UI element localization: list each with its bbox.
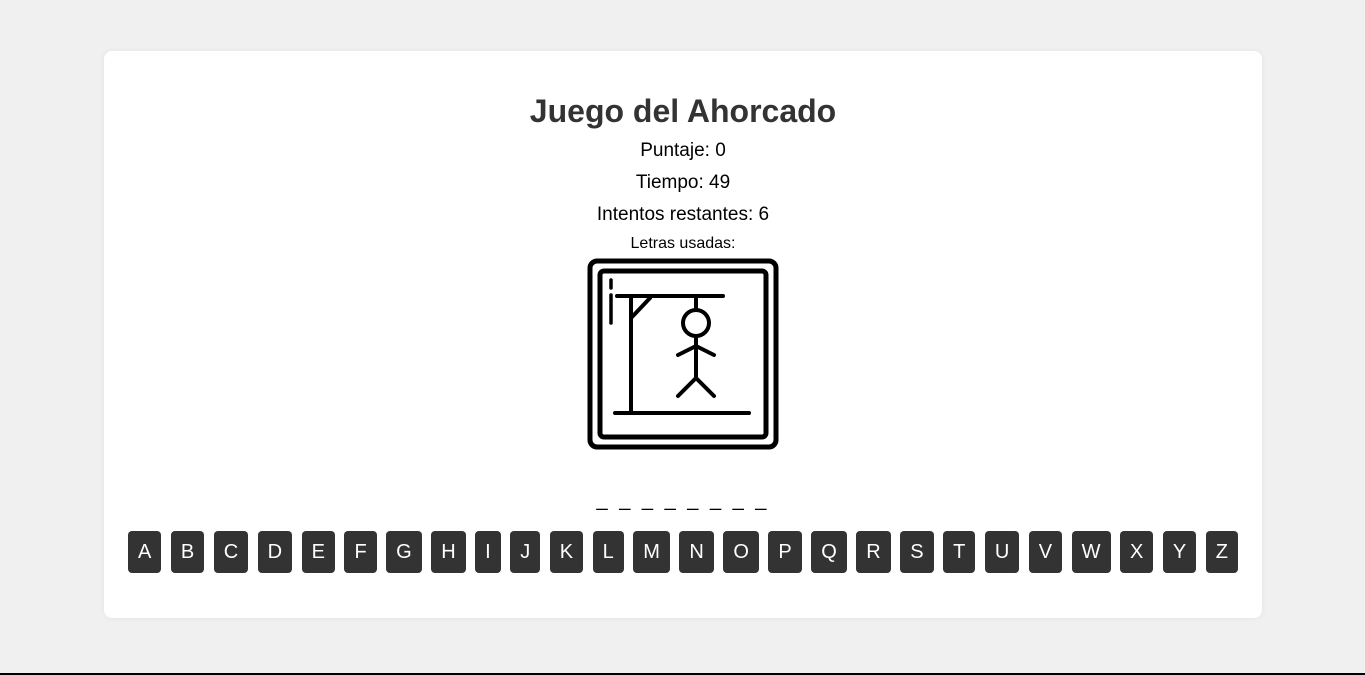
word-display: _ _ _ _ _ _ _ _	[596, 489, 770, 511]
letter-key-w[interactable]: W	[1071, 531, 1111, 573]
letter-key-u[interactable]: U	[984, 531, 1020, 573]
letter-key-b[interactable]: B	[170, 531, 205, 573]
letter-key-v[interactable]: V	[1028, 531, 1063, 573]
letter-key-s[interactable]: S	[900, 531, 934, 573]
score-label: Puntaje: 0	[640, 140, 726, 161]
letter-key-z[interactable]: Z	[1205, 531, 1238, 573]
letter-key-i[interactable]: I	[475, 531, 501, 573]
letter-key-x[interactable]: X	[1120, 531, 1154, 573]
letter-key-j[interactable]: J	[510, 531, 541, 573]
letter-key-t[interactable]: T	[943, 531, 976, 573]
game-card: Juego del Ahorcado Puntaje: 0 Tiempo: 49…	[104, 51, 1262, 618]
letter-key-m[interactable]: M	[633, 531, 670, 573]
letter-key-n[interactable]: N	[679, 531, 714, 573]
letter-key-q[interactable]: Q	[811, 531, 847, 573]
letter-key-l[interactable]: L	[592, 531, 624, 573]
page-title: Juego del Ahorcado	[529, 93, 837, 129]
used-letters-label: Letras usadas:	[630, 235, 736, 252]
letter-key-y[interactable]: Y	[1162, 531, 1197, 573]
letter-key-a[interactable]: A	[128, 531, 162, 573]
letter-key-r[interactable]: R	[856, 531, 891, 573]
letter-key-k[interactable]: K	[549, 531, 584, 573]
letter-key-e[interactable]: E	[301, 531, 335, 573]
letter-key-c[interactable]: C	[213, 531, 249, 573]
letter-key-f[interactable]: F	[344, 531, 377, 573]
letter-key-p[interactable]: P	[768, 531, 802, 573]
letter-key-g[interactable]: G	[386, 531, 422, 573]
remaining-attempts-label: Intentos restantes: 6	[596, 204, 770, 225]
timer-label: Tiempo: 49	[635, 172, 731, 193]
letter-key-h[interactable]: H	[431, 531, 466, 573]
letter-key-d[interactable]: D	[257, 531, 293, 573]
letter-key-o[interactable]: O	[723, 531, 759, 573]
letter-keyboard: ABCDEFGHIJKLMNOPQRSTUVWXYZ	[128, 531, 1238, 573]
hangman-icon	[587, 258, 779, 450]
